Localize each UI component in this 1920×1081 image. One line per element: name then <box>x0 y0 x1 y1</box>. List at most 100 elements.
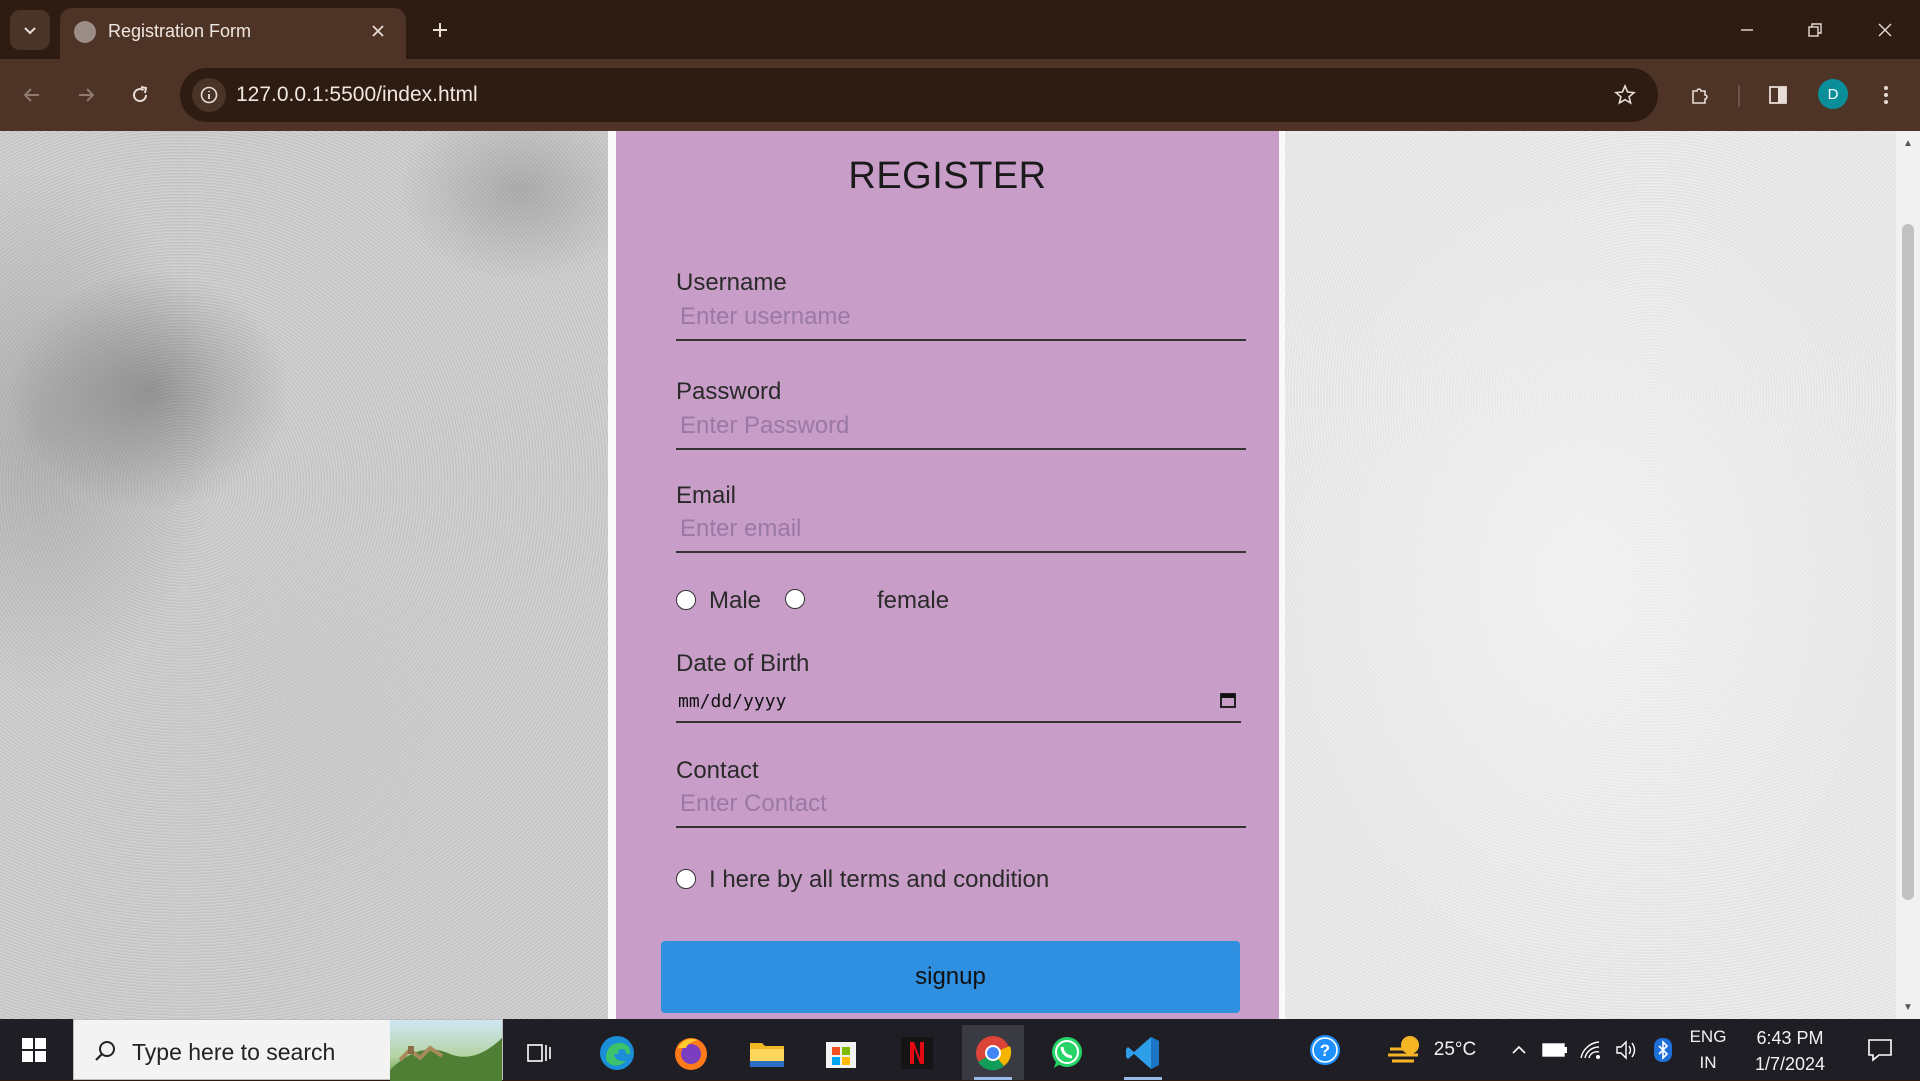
start-button[interactable] <box>14 1033 54 1067</box>
dob-input[interactable]: mm/dd/yyyy <box>676 685 1241 723</box>
battery-status[interactable] <box>1540 1019 1570 1080</box>
form-title: REGISTER <box>848 155 1047 197</box>
radio-male[interactable] <box>676 590 696 610</box>
username-input[interactable] <box>676 301 1246 341</box>
background-texture-left <box>0 131 610 1019</box>
contact-input[interactable] <box>676 788 1246 828</box>
chrome-app[interactable] <box>962 1025 1024 1080</box>
restore-button[interactable] <box>1788 8 1842 52</box>
show-hidden-icons-button[interactable] <box>1504 1019 1534 1080</box>
side-panel-icon <box>1769 86 1787 104</box>
contact-label: Contact <box>676 757 759 784</box>
toolbar-separator <box>1738 85 1740 107</box>
background-texture-right <box>1285 131 1896 1019</box>
tab-search-button[interactable] <box>10 10 50 50</box>
bookmark-button[interactable] <box>1608 78 1642 112</box>
side-panel-button[interactable] <box>1758 75 1798 115</box>
extensions-button[interactable] <box>1680 75 1720 115</box>
notifications-button[interactable] <box>1856 1019 1904 1080</box>
terms-radio[interactable] <box>676 869 696 889</box>
network-status[interactable] <box>1576 1019 1606 1080</box>
help-button[interactable]: ? <box>1304 1019 1346 1080</box>
radio-male-label: Male <box>709 587 762 614</box>
task-view-button[interactable] <box>508 1025 570 1080</box>
weather-haze-icon <box>1387 1035 1419 1062</box>
url-text: 127.0.0.1:5500/index.html <box>236 83 478 106</box>
close-icon <box>372 25 384 37</box>
back-button[interactable] <box>12 75 52 115</box>
tab-close-button[interactable] <box>364 17 392 45</box>
calendar-icon[interactable] <box>1217 689 1239 711</box>
wifi-icon <box>1580 1040 1600 1059</box>
taskbar-search-box[interactable]: Type here to search <box>73 1019 503 1081</box>
folder-icon <box>750 1042 784 1067</box>
file-explorer-app[interactable] <box>736 1025 798 1080</box>
weather-temperature: 25°C <box>1433 1038 1477 1060</box>
language-indicator[interactable]: ENG IN <box>1686 1019 1730 1080</box>
speaker-icon <box>1616 1039 1636 1060</box>
address-bar[interactable]: 127.0.0.1:5500/index.html <box>180 68 1658 122</box>
whatsapp-icon <box>1052 1036 1082 1068</box>
bluetooth-icon <box>1654 1037 1672 1062</box>
minimize-button[interactable] <box>1720 8 1774 52</box>
reload-button[interactable] <box>120 75 160 115</box>
search-placeholder: Type here to search <box>132 1039 336 1065</box>
username-label: Username <box>676 269 787 296</box>
close-window-button[interactable] <box>1858 8 1912 52</box>
terms-label: I here by all terms and condition <box>709 866 1050 893</box>
site-info-button[interactable] <box>192 78 226 112</box>
bluetooth-status[interactable] <box>1648 1019 1678 1080</box>
password-input[interactable] <box>676 410 1246 450</box>
volume-control[interactable] <box>1612 1019 1642 1080</box>
radio-female[interactable] <box>785 589 805 609</box>
arrow-right-icon <box>79 88 95 102</box>
email-input[interactable] <box>676 513 1246 553</box>
restore-icon <box>1808 23 1822 37</box>
search-icon <box>90 1036 120 1066</box>
tab-registration-form[interactable]: Registration Form <box>60 8 406 59</box>
search-highlight-image <box>390 1020 502 1081</box>
tab-title: Registration Form <box>108 21 252 41</box>
signup-button[interactable]: signup <box>661 941 1240 1013</box>
windows-logo-icon <box>22 1038 46 1062</box>
task-view-icon <box>527 1043 551 1062</box>
arrow-left-icon <box>23 88 39 102</box>
system-clock[interactable]: 6:43 PM 1/7/2024 <box>1740 1025 1840 1077</box>
info-icon <box>200 86 218 104</box>
taskbar: Type here to search ? 25°C ENG IN 6:43 P… <box>0 1019 1920 1081</box>
language-code: ENG <box>1689 1026 1727 1046</box>
dob-placeholder: mm/dd/yyyy <box>678 691 787 712</box>
firefox-app[interactable] <box>660 1025 722 1080</box>
profile-avatar[interactable]: D <box>1818 79 1848 109</box>
microsoft-store-app[interactable] <box>810 1025 872 1080</box>
scroll-thumb[interactable] <box>1902 224 1914 900</box>
forward-button[interactable] <box>66 75 106 115</box>
language-region: IN <box>1699 1052 1717 1072</box>
new-tab-button[interactable] <box>422 12 458 48</box>
whatsapp-app[interactable] <box>1036 1025 1098 1080</box>
netflix-app[interactable] <box>886 1025 948 1080</box>
minimize-icon <box>1741 29 1753 31</box>
email-label: Email <box>676 482 737 509</box>
panel-border-left <box>608 131 616 1019</box>
puzzle-icon <box>1692 88 1708 104</box>
browser-toolbar: 127.0.0.1:5500/index.html <box>0 59 1920 131</box>
menu-button[interactable] <box>1866 75 1906 115</box>
help-icon: ? <box>1310 1034 1340 1065</box>
vscode-icon <box>1126 1036 1159 1069</box>
weather-widget[interactable]: 25°C <box>1376 1019 1486 1080</box>
chevron-up-icon <box>1512 1045 1526 1054</box>
plus-icon <box>433 23 447 37</box>
vscode-app[interactable] <box>1112 1025 1174 1080</box>
radio-female-label: female <box>877 587 950 614</box>
browser-tab-bar: Registration Form <box>0 0 1920 59</box>
netflix-icon <box>901 1036 933 1069</box>
edge-app[interactable] <box>586 1025 648 1080</box>
clock-date: 1/7/2024 <box>1754 1054 1826 1074</box>
scroll-up-arrow-icon[interactable]: ▲ <box>1902 137 1914 149</box>
close-icon <box>1878 23 1892 37</box>
svg-text:?: ? <box>1320 1041 1330 1060</box>
scroll-down-arrow-icon[interactable]: ▼ <box>1902 1001 1914 1013</box>
page-scrollbar[interactable]: ▲ ▼ <box>1896 131 1920 1019</box>
registration-form: REGISTER Username Password Email Male fe… <box>616 131 1279 1019</box>
